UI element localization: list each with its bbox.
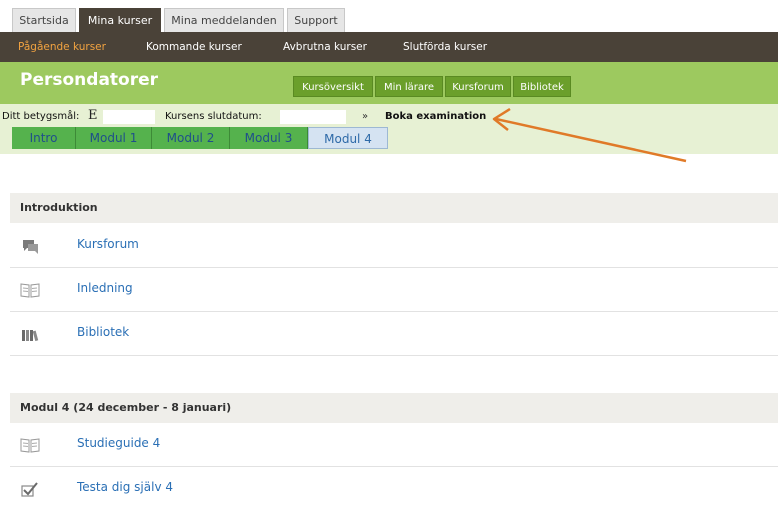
subnav-avbrutna[interactable]: Avbrutna kurser <box>283 32 367 62</box>
list-item: Inledning <box>10 268 778 312</box>
course-header: Persondatorer Kursöversikt Min lärare Ku… <box>0 62 778 104</box>
grade-label: Ditt betygsmål: <box>2 111 80 122</box>
library-books-icon <box>20 325 40 343</box>
module-tab-modul-3[interactable]: Modul 3 <box>230 127 308 149</box>
top-tab-bar: Startsida Mina kurser Mina meddelanden S… <box>0 0 778 32</box>
list-item: Studieguide 4 <box>10 423 778 467</box>
section-title: Modul 4 (24 december - 8 januari) <box>20 401 232 414</box>
section-header-introduktion: Introduktion <box>10 193 778 223</box>
end-date-field <box>280 110 346 124</box>
section-title: Introduktion <box>20 201 98 214</box>
kursoversikt-button[interactable]: Kursöversikt <box>293 76 373 97</box>
list-item: Testa dig själv 4 <box>10 467 778 511</box>
tab-mina-meddelanden[interactable]: Mina meddelanden <box>164 8 284 32</box>
list-item: Bibliotek <box>10 312 778 356</box>
grade-value: E <box>88 108 98 123</box>
tab-startsida[interactable]: Startsida <box>12 8 76 32</box>
course-title: Persondatorer <box>20 70 159 90</box>
module-tab-intro[interactable]: Intro <box>12 127 76 149</box>
bibliotek-button[interactable]: Bibliotek <box>513 76 571 97</box>
bibliotek-link[interactable]: Bibliotek <box>77 325 129 339</box>
forum-chat-icon <box>20 237 40 255</box>
section-header-modul-4: Modul 4 (24 december - 8 januari) <box>10 393 778 423</box>
module-tab-modul-1[interactable]: Modul 1 <box>76 127 152 149</box>
studieguide-4-link[interactable]: Studieguide 4 <box>77 436 160 450</box>
course-subnav: Pågående kurser Kommande kurser Avbrutna… <box>0 32 778 62</box>
module-tab-modul-2[interactable]: Modul 2 <box>152 127 230 149</box>
subnav-slutforda[interactable]: Slutförda kurser <box>403 32 487 62</box>
module-tab-modul-4[interactable]: Modul 4 <box>308 127 388 149</box>
list-item: Kursforum <box>10 224 778 268</box>
end-date-label: Kursens slutdatum: <box>165 111 262 122</box>
subnav-pagaende[interactable]: Pågående kurser <box>18 32 106 62</box>
open-book-icon <box>20 436 40 454</box>
checkbox-check-icon <box>20 480 40 498</box>
kursforum-link[interactable]: Kursforum <box>77 237 139 251</box>
inledning-link[interactable]: Inledning <box>77 281 133 295</box>
subnav-kommande[interactable]: Kommande kurser <box>146 32 242 62</box>
tab-mina-kurser[interactable]: Mina kurser <box>79 8 161 32</box>
kursforum-button[interactable]: Kursforum <box>445 76 511 97</box>
double-chevron-icon: » <box>362 111 369 122</box>
open-book-icon <box>20 281 40 299</box>
grade-field <box>103 110 155 124</box>
book-exam-link[interactable]: Boka examination <box>385 111 486 122</box>
min-larare-button[interactable]: Min lärare <box>375 76 443 97</box>
tab-support[interactable]: Support <box>287 8 345 32</box>
testa-dig-sjalv-4-link[interactable]: Testa dig själv 4 <box>77 480 173 494</box>
